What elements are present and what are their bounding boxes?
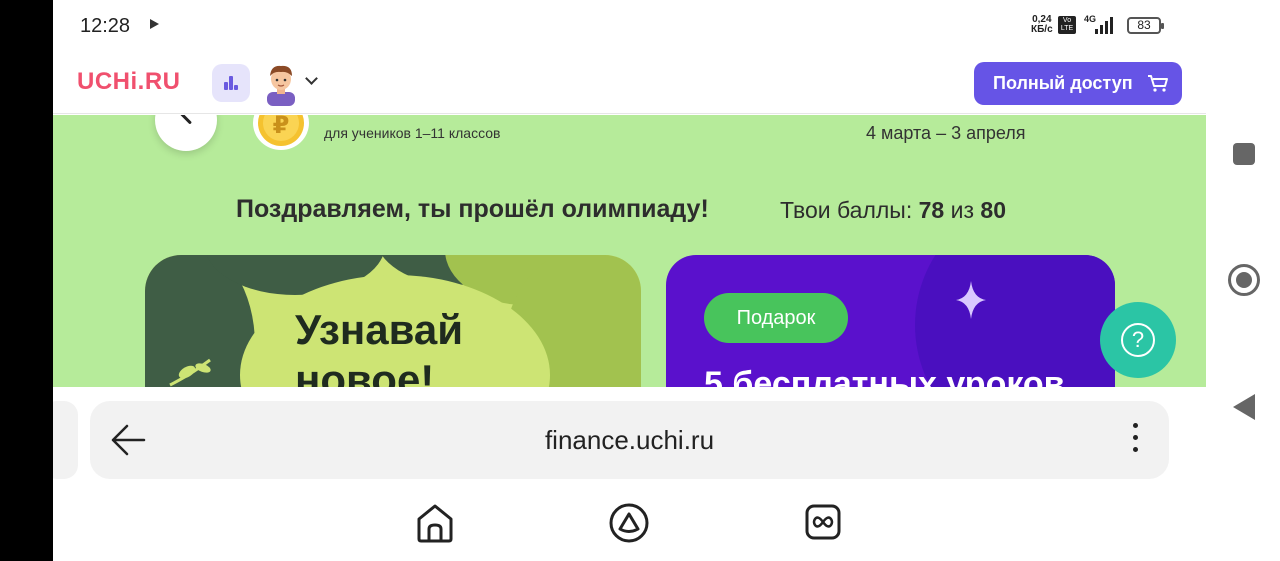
score-line: Твои баллы: 78 из 80: [780, 197, 1006, 224]
home-icon[interactable]: [416, 503, 454, 543]
question-icon: ?: [1121, 323, 1155, 357]
network-speed: 0,24 КБ/с: [1031, 15, 1053, 35]
media-playing-icon: [150, 19, 159, 29]
address-bar[interactable]: finance.uchi.ru: [90, 401, 1169, 479]
coin-icon: ₽: [253, 115, 309, 150]
url-text[interactable]: finance.uchi.ru: [90, 425, 1169, 456]
learn-new-card[interactable]: Узнавай новое!: [145, 255, 641, 387]
battery-icon: 83: [1127, 17, 1164, 34]
chevron-down-icon[interactable]: [305, 72, 318, 85]
score-of: из: [950, 197, 975, 223]
tabs-icon[interactable]: [805, 504, 841, 540]
full-access-button[interactable]: Полный доступ: [974, 62, 1182, 105]
gift-card[interactable]: Подарок 5 бесплатных уроков: [666, 255, 1115, 387]
svg-text:₽: ₽: [273, 115, 290, 139]
network-speed-unit: КБ/с: [1031, 24, 1053, 35]
learn-new-title-line1: Узнавай: [295, 306, 464, 353]
home-circle-icon[interactable]: [1228, 264, 1260, 296]
learn-new-title: Узнавай новое!: [295, 305, 463, 387]
avatar[interactable]: [263, 62, 299, 106]
sparkle-icon: [956, 281, 986, 319]
volte-icon: Vo LTE: [1058, 16, 1076, 34]
sprout-icon: [169, 358, 211, 387]
site-header: UCHi.RU Полный доступ: [53, 52, 1206, 114]
learn-new-title-line2: новое!: [295, 356, 435, 387]
android-nav-bar: [1206, 52, 1280, 561]
congrats-message: Поздравляем, ты прошёл олимпиаду!: [236, 195, 709, 223]
free-lessons-title: 5 бесплатных уроков: [704, 365, 1065, 387]
recents-icon[interactable]: [1233, 143, 1255, 165]
more-vertical-icon[interactable]: [1133, 423, 1139, 457]
browser-toolbar: finance.uchi.ru: [53, 387, 1206, 561]
stats-button[interactable]: [212, 64, 250, 102]
gift-badge: Подарок: [704, 293, 848, 343]
score-value: 78: [918, 197, 945, 223]
score-label: Твои баллы:: [780, 197, 913, 223]
olympiad-result-banner: ₽ для учеников 1–11 классов 4 марта – 3 …: [53, 115, 1206, 387]
score-max: 80: [980, 197, 1006, 223]
full-access-label: Полный доступ: [993, 73, 1133, 93]
previous-tab-edge[interactable]: [53, 401, 78, 479]
signal-strength-icon: [1095, 16, 1117, 34]
back-triangle-icon[interactable]: [1233, 394, 1255, 420]
uchi-logo[interactable]: UCHi.RU: [77, 68, 181, 96]
help-button[interactable]: ?: [1100, 302, 1176, 378]
cart-icon: [1148, 75, 1168, 92]
alice-assistant-icon[interactable]: [609, 503, 649, 543]
olympiad-subtitle: для учеников 1–11 классов: [324, 125, 501, 141]
back-button[interactable]: [155, 115, 217, 151]
status-bar: 12:28 0,24 КБ/с Vo LTE 4G 83: [53, 0, 1280, 52]
status-time: 12:28: [80, 15, 131, 37]
phone-screen: 12:28 0,24 КБ/с Vo LTE 4G 83 UCHi.RU Пол…: [53, 0, 1280, 561]
olympiad-dates: 4 марта – 3 апреля: [866, 123, 1026, 143]
